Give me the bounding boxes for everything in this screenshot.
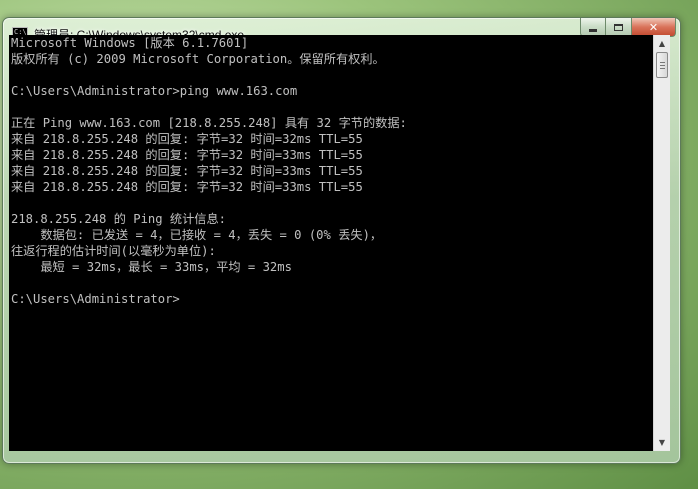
scroll-thumb[interactable] xyxy=(656,52,668,78)
scroll-up-icon[interactable]: ▲ xyxy=(654,35,670,52)
thumb-grip xyxy=(660,68,665,69)
console-line: 最短 = 32ms，最长 = 33ms，平均 = 32ms xyxy=(11,260,292,274)
close-icon: ✕ xyxy=(648,20,659,34)
console-line: 来自 218.8.255.248 的回复: 字节=32 时间=33ms TTL=… xyxy=(11,148,363,162)
maximize-icon xyxy=(614,23,623,31)
console-line: 来自 218.8.255.248 的回复: 字节=32 时间=33ms TTL=… xyxy=(11,164,363,178)
minimize-icon xyxy=(589,28,597,32)
vertical-scrollbar[interactable]: ▲ ▼ xyxy=(653,35,670,451)
console-line: 版权所有 (c) 2009 Microsoft Corporation。保留所有… xyxy=(11,52,385,66)
thumb-grip xyxy=(660,65,665,66)
console-line: 218.8.255.248 的 Ping 统计信息: xyxy=(11,212,227,226)
console-line: 正在 Ping www.163.com [218.8.255.248] 具有 3… xyxy=(11,116,407,130)
console-line: 往返行程的估计时间(以毫秒为单位): xyxy=(11,244,216,258)
console-text: Microsoft Windows [版本 6.1.7601] 版权所有 (c) … xyxy=(9,35,653,307)
thumb-grip xyxy=(660,62,665,63)
console-line: C:\Users\Administrator> xyxy=(11,292,180,306)
scroll-down-icon[interactable]: ▼ xyxy=(654,434,670,451)
console-output[interactable]: Microsoft Windows [版本 6.1.7601] 版权所有 (c) … xyxy=(9,35,653,451)
console-line: Microsoft Windows [版本 6.1.7601] xyxy=(11,36,249,50)
console-line: 来自 218.8.255.248 的回复: 字节=32 时间=33ms TTL=… xyxy=(11,180,363,194)
console-line: 数据包: 已发送 = 4，已接收 = 4，丢失 = 0 (0% 丢失)， xyxy=(11,228,383,242)
console-line: C:\Users\Administrator>ping www.163.com xyxy=(11,84,298,98)
console-line: 来自 218.8.255.248 的回复: 字节=32 时间=32ms TTL=… xyxy=(11,132,363,146)
